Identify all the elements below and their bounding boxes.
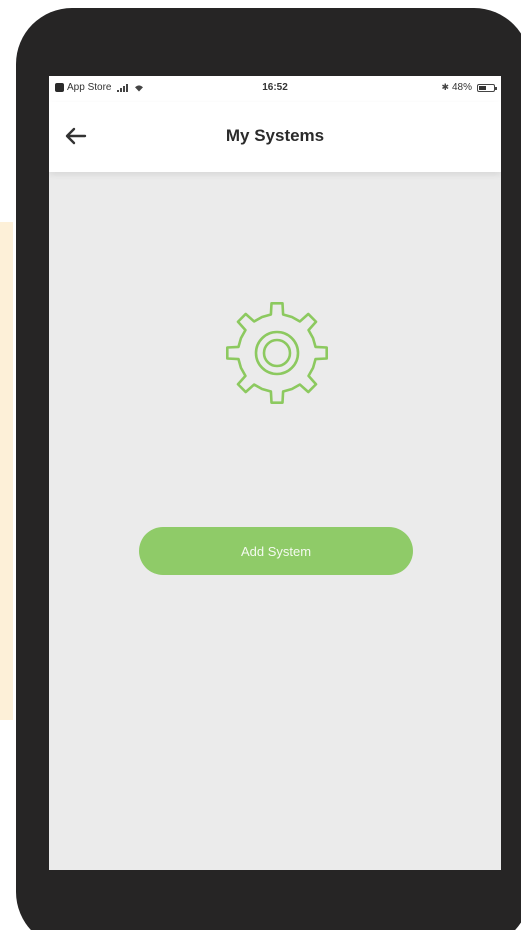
back-arrow-icon[interactable] [63, 125, 89, 147]
page-title: My Systems [225, 126, 325, 145]
nav-bar: My Systems [49, 102, 501, 172]
gear-icon [226, 302, 328, 404]
battery-fill [479, 85, 486, 90]
status-left: App Store [55, 82, 144, 93]
app-store-back-icon[interactable] [55, 83, 64, 92]
app-screen: App Store 16:52 ✱ 48% My Systems Add Sys… [49, 76, 501, 870]
page: App Store 16:52 ✱ 48% My Systems Add Sys… [0, 0, 521, 930]
status-bar: App Store 16:52 ✱ 48% [49, 76, 501, 102]
signal-icon [117, 83, 129, 92]
side-strip [0, 222, 13, 720]
carrier-label[interactable]: App Store [67, 82, 111, 93]
battery-percent: 48% [451, 82, 472, 93]
bluetooth-icon: ✱ [441, 82, 449, 92]
wifi-icon [135, 84, 144, 91]
add-system-button[interactable]: Add System [139, 527, 413, 575]
battery-icon [477, 83, 497, 92]
status-right: ✱ 48% [441, 82, 497, 93]
